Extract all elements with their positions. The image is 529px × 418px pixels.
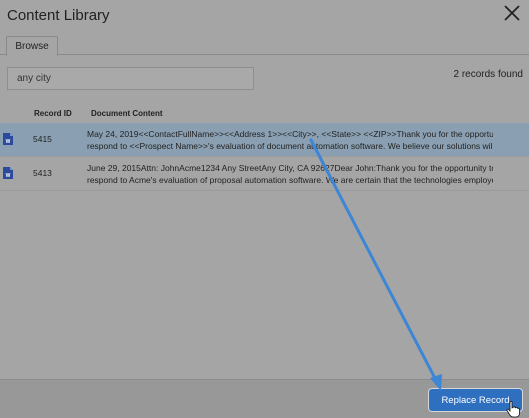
table-header: Record ID Document Content (0, 106, 529, 122)
search-input[interactable] (7, 67, 254, 90)
column-header-record-id: Record ID (34, 109, 72, 118)
dialog-title: Content Library (7, 7, 110, 24)
record-id: 5413 (33, 168, 52, 178)
table-row[interactable]: W 5415 May 24, 2019<<ContactFullName>><<… (0, 123, 529, 157)
tab-divider (0, 54, 529, 55)
svg-text:W: W (6, 139, 11, 145)
table-row[interactable]: W 5413 June 29, 2015Attn: JohnAcme1234 A… (0, 157, 529, 191)
column-header-document-content: Document Content (91, 109, 163, 118)
close-icon[interactable] (503, 4, 521, 22)
svg-text:W: W (6, 173, 11, 179)
content-line: May 24, 2019<<ContactFullName>><<Address… (87, 129, 493, 139)
word-doc-icon: W (3, 167, 13, 179)
annotation-arrow (309, 138, 442, 391)
record-id: 5415 (33, 134, 52, 144)
document-content: June 29, 2015Attn: JohnAcme1234 Any Stre… (87, 162, 493, 186)
tab-browse[interactable]: Browse (6, 36, 58, 56)
content-line: June 29, 2015Attn: JohnAcme1234 Any Stre… (87, 163, 493, 173)
content-line: respond to Acme's evaluation of proposal… (87, 175, 493, 185)
content-line: respond to <<Prospect Name>>'s evaluatio… (87, 141, 493, 151)
record-count: 2 records found (453, 69, 524, 80)
word-doc-icon: W (3, 133, 13, 145)
document-content: May 24, 2019<<ContactFullName>><<Address… (87, 128, 493, 152)
hand-cursor-icon (506, 401, 520, 418)
